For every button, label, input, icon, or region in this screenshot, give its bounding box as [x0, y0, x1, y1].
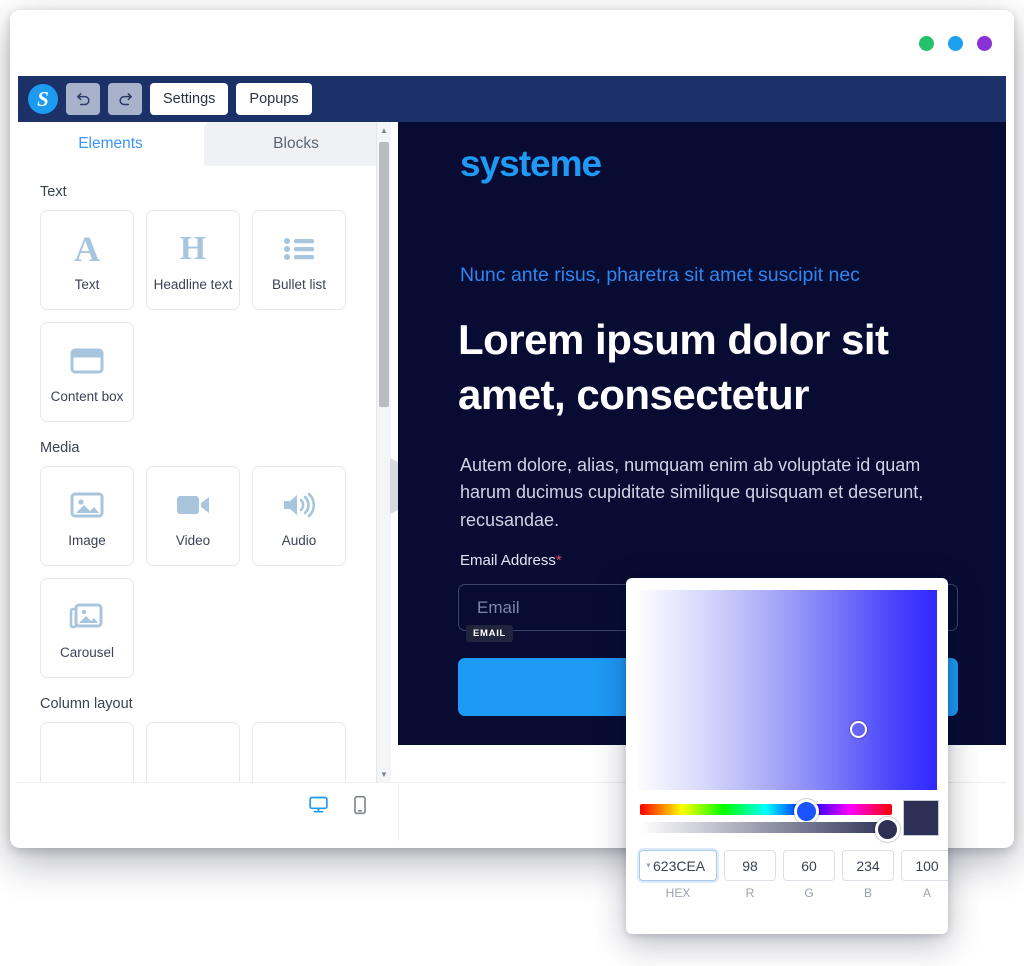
element-card-video[interactable]: Video [146, 466, 240, 566]
page-logo: systeme [460, 143, 602, 184]
element-grid-media: Image Video Audio Carousel [18, 466, 380, 678]
settings-button[interactable]: Settings [150, 83, 229, 115]
element-card-text[interactable]: A Text [40, 210, 134, 310]
email-input-placeholder: Email [477, 597, 520, 617]
green-field-label: G [804, 886, 814, 900]
email-field-label-text: Email Address [460, 552, 556, 569]
hue-slider[interactable] [640, 804, 892, 815]
alpha-field-label: A [922, 886, 931, 900]
hero-headline: Lorem ipsum dolor sit amet, consectetur [458, 316, 889, 419]
element-card-bullet-list[interactable]: Bullet list [252, 210, 346, 310]
hue-slider-knob[interactable] [794, 799, 819, 824]
hero-subcopy: Autem dolore, alias, numquam enim ab vol… [460, 455, 924, 530]
blue-field-group: 234 B [842, 850, 894, 900]
elements-panel: Elements Blocks Text A Text H Headline t… [18, 122, 398, 782]
element-card-label: Carousel [59, 644, 115, 660]
content-box-icon [70, 340, 104, 382]
letter-h-icon: H [179, 229, 207, 267]
saturation-value-area[interactable] [637, 590, 937, 790]
element-card-carousel[interactable]: Carousel [40, 578, 134, 678]
editor-toolbar: S Settings Popups [18, 76, 1006, 122]
panel-tabs: Elements Blocks [18, 122, 398, 166]
saturation-value-cursor[interactable] [850, 721, 867, 738]
letter-a-icon: A [74, 228, 100, 269]
bullet-list-icon [283, 228, 315, 270]
color-value-fields: ▼ 623CEA HEX 98 R 60 G 234 B 100 A [639, 850, 948, 900]
hex-input-value: 623CEA [653, 857, 706, 874]
scroll-up-arrow-icon[interactable]: ▲ [377, 122, 391, 138]
element-card-label: Content box [50, 388, 124, 404]
element-card-label: Image [68, 532, 106, 548]
tab-blocks[interactable]: Blocks [204, 122, 388, 166]
scrollbar-thumb[interactable] [379, 142, 389, 407]
element-card-label: Bullet list [271, 276, 327, 292]
desktop-monitor-icon [309, 796, 328, 813]
element-card-content-box[interactable]: Content box [40, 322, 134, 422]
saturation-gradient [637, 590, 937, 790]
mobile-preview-button[interactable] [353, 795, 367, 815]
element-card-label: Video [175, 532, 211, 548]
panel-scrollbar[interactable]: ▲ ▼ [376, 122, 391, 782]
green-input[interactable]: 60 [783, 850, 835, 881]
hex-field-label: HEX [665, 886, 691, 900]
group-title-media: Media [40, 440, 80, 456]
group-title-column-layout: Column layout [40, 696, 133, 712]
element-card-column-layout[interactable] [146, 722, 240, 782]
alpha-field-group: 100 A [901, 850, 948, 900]
hex-field-group: ▼ 623CEA HEX [639, 850, 717, 900]
element-card-headline-text[interactable]: H Headline text [146, 210, 240, 310]
email-field-label: Email Address* [460, 552, 562, 569]
red-field-group: 98 R [724, 850, 776, 900]
email-element-badge: EMAIL [466, 625, 514, 642]
blue-field-label: B [863, 886, 872, 900]
redo-button[interactable] [108, 83, 142, 115]
red-field-label: R [745, 886, 755, 900]
redo-arrow-icon [118, 92, 132, 105]
chevron-down-icon[interactable]: ▼ [645, 862, 652, 869]
element-card-label: Audio [281, 532, 317, 548]
hero-eyebrow-text: Nunc ante risus, pharetra sit amet susci… [460, 264, 860, 286]
element-card-audio[interactable]: Audio [252, 466, 346, 566]
image-icon [70, 484, 104, 526]
element-grid-column-layout [18, 722, 380, 782]
undo-arrow-icon [76, 92, 90, 105]
video-camera-icon [175, 484, 211, 526]
window-controls [919, 36, 992, 51]
tab-elements[interactable]: Elements [18, 122, 203, 166]
window-dot-purple-icon[interactable] [977, 36, 992, 51]
window-dot-green-icon[interactable] [919, 36, 934, 51]
alpha-slider-knob[interactable] [875, 817, 900, 842]
green-field-group: 60 G [783, 850, 835, 900]
window-titlebar [10, 10, 1014, 66]
desktop-preview-button[interactable] [308, 795, 329, 815]
group-title-text: Text [40, 184, 67, 200]
color-picker-popover: ▼ 623CEA HEX 98 R 60 G 234 B 100 A [626, 578, 948, 934]
device-preview-switcher [308, 795, 367, 815]
element-card-label: Text [74, 276, 100, 292]
alpha-slider[interactable] [640, 822, 892, 833]
undo-button[interactable] [66, 83, 100, 115]
panel-scroll-body: Text A Text H Headline text Bullet list … [18, 166, 398, 782]
required-asterisk: * [555, 552, 562, 569]
carousel-icon [69, 596, 105, 638]
color-preview-swatch [903, 800, 939, 836]
popups-button[interactable]: Popups [236, 83, 312, 115]
element-card-column-layout[interactable] [40, 722, 134, 782]
scrollbar-track[interactable]: ▲ ▼ [376, 122, 391, 782]
element-grid-text: A Text H Headline text Bullet list Conte… [18, 210, 380, 422]
hex-input[interactable]: ▼ 623CEA [639, 850, 717, 881]
mobile-phone-icon [354, 795, 366, 815]
element-card-image[interactable]: Image [40, 466, 134, 566]
red-input[interactable]: 98 [724, 850, 776, 881]
bottom-bar-divider [398, 783, 399, 841]
speaker-icon [281, 484, 317, 526]
element-card-column-layout[interactable] [252, 722, 346, 782]
element-card-label: Headline text [153, 276, 233, 292]
window-dot-blue-icon[interactable] [948, 36, 963, 51]
systeme-logo-icon[interactable]: S [28, 84, 58, 114]
blue-input[interactable]: 234 [842, 850, 894, 881]
alpha-input[interactable]: 100 [901, 850, 948, 881]
scroll-down-arrow-icon[interactable]: ▼ [377, 766, 391, 782]
